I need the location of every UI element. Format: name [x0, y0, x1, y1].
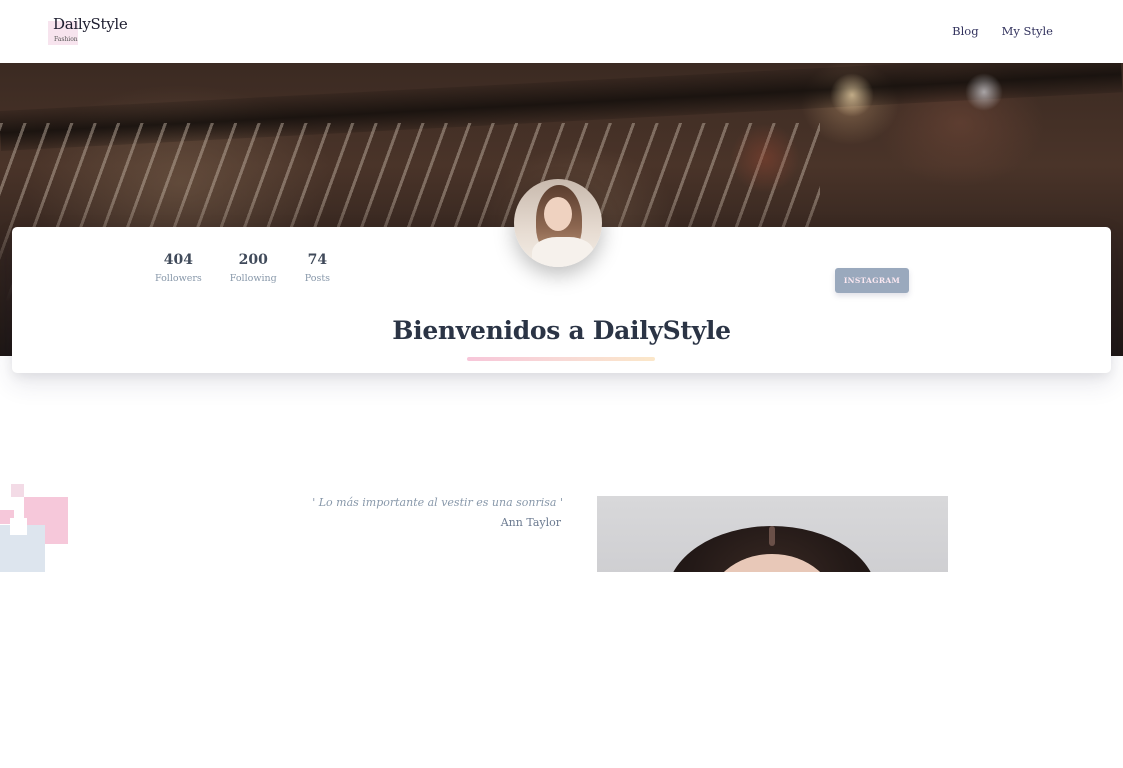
instagram-button[interactable]: INSTAGRAM: [835, 268, 909, 293]
brand-subtitle: Fashion: [54, 36, 78, 43]
blank-area: [0, 572, 1123, 768]
bokeh-light: [730, 123, 800, 193]
stat-value: 74: [307, 252, 328, 268]
quote-text: ' Lo más importante al vestir es una son…: [312, 496, 563, 509]
title-underline-divider: [467, 357, 655, 361]
welcome-title: Bienvenidos a DailyStyle: [392, 316, 731, 345]
stat-value: 200: [238, 252, 268, 268]
bokeh-light: [830, 73, 874, 117]
portrait-photo: [597, 496, 948, 573]
stat-posts: 74 Posts: [305, 252, 330, 284]
brand-logo[interactable]: DailyStyle Fashion: [48, 15, 128, 47]
stat-value: 404: [163, 252, 193, 268]
profile-stats: 404 Followers 200 Following 74 Posts: [155, 252, 330, 284]
stat-following: 200 Following: [230, 252, 277, 284]
decorative-square: [11, 484, 24, 497]
navbar: DailyStyle Fashion Blog My Style: [0, 0, 1123, 63]
stat-label: Followers: [155, 273, 202, 284]
decorative-square: [10, 518, 27, 535]
brand-name: DailyStyle: [53, 15, 128, 33]
profile-avatar[interactable]: [514, 179, 602, 267]
stat-label: Posts: [304, 273, 331, 284]
stat-label: Following: [229, 273, 277, 284]
nav-link-my-style[interactable]: My Style: [1002, 24, 1053, 38]
nav-link-blog[interactable]: Blog: [952, 24, 978, 38]
nav-links: Blog My Style: [952, 24, 1053, 38]
stat-followers: 404 Followers: [155, 252, 202, 284]
quote-author: Ann Taylor: [500, 516, 561, 529]
bokeh-light: [965, 73, 1003, 111]
